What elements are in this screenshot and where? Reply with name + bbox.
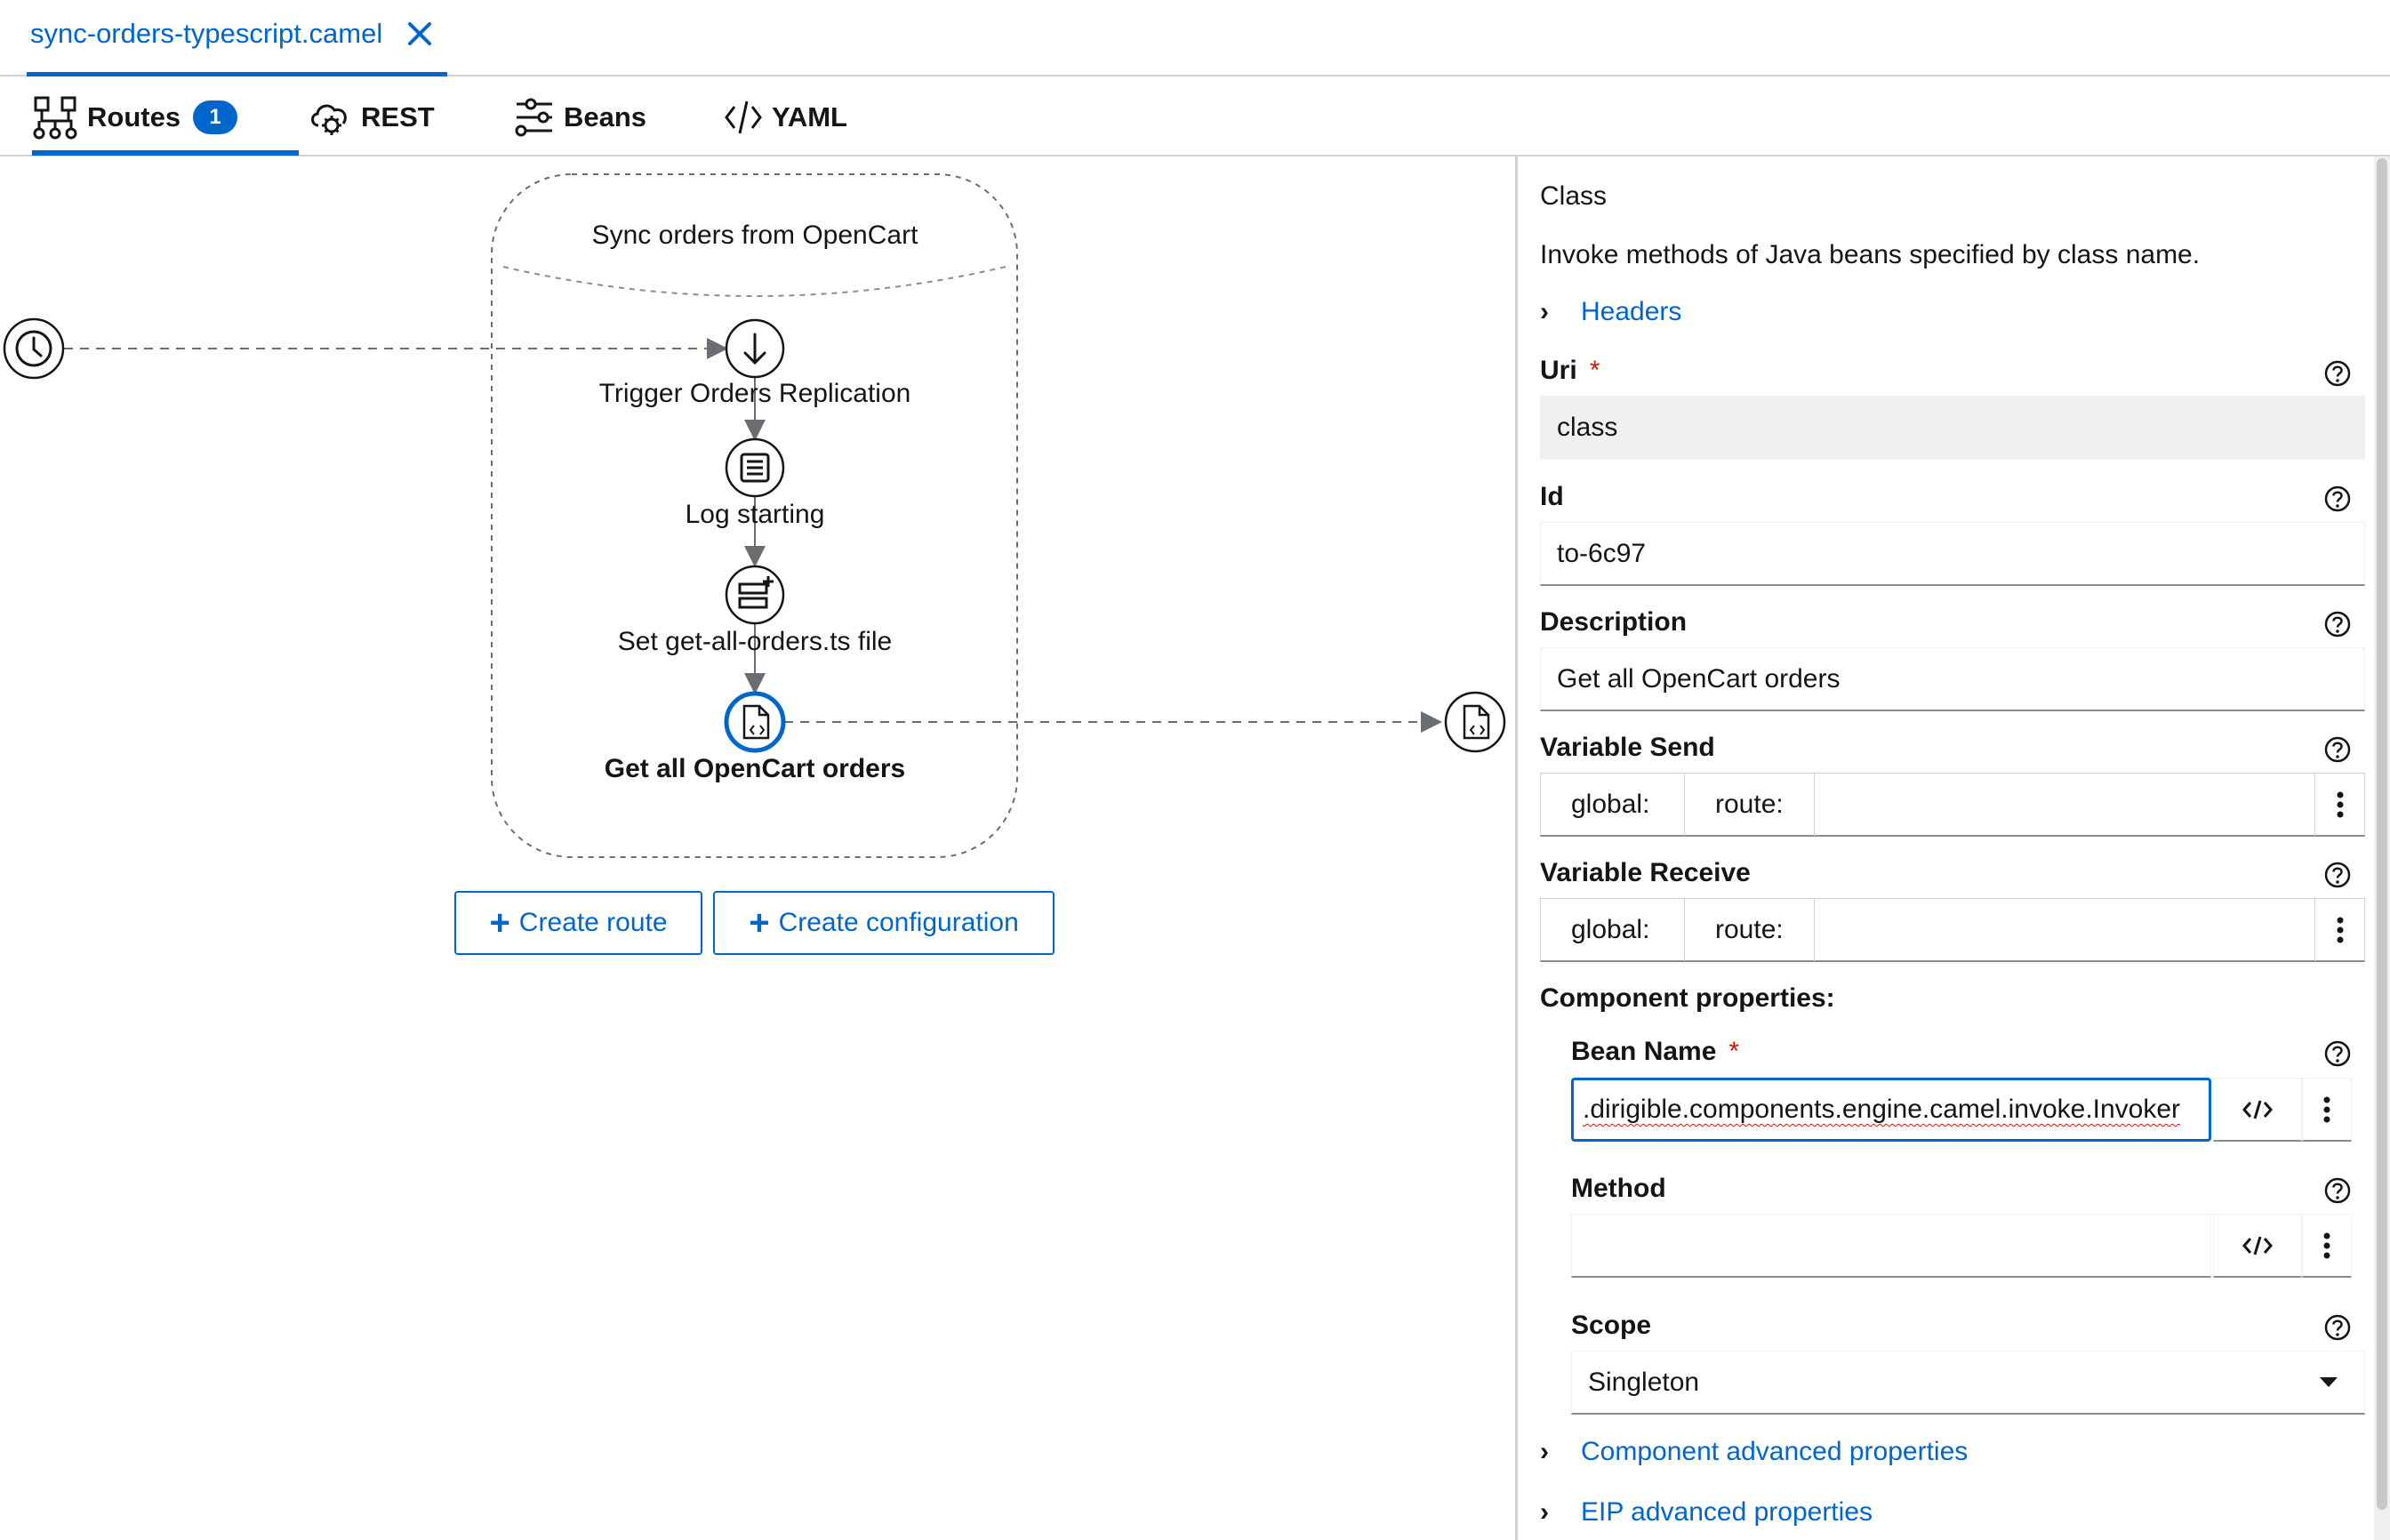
panel-title: Class (1540, 181, 1608, 211)
help-icon[interactable] (2323, 1313, 2352, 1342)
view-tabs: Routes 1 REST Beans YAML (0, 78, 2390, 156)
expression-editor-button[interactable] (2213, 1214, 2302, 1278)
kebab-menu-icon[interactable] (2302, 1078, 2352, 1142)
bean-name-input[interactable]: .dirigible.components.engine.camel.invok… (1571, 1078, 2211, 1142)
expression-editor-button[interactable] (2213, 1078, 2302, 1142)
node-label-trigger: Trigger Orders Replication (598, 379, 911, 408)
variable-receive-field[interactable]: global: route: (1540, 898, 2365, 962)
target-class-file-icon[interactable] (1444, 691, 1506, 753)
component-advanced-expander[interactable]: › Component advanced properties (1540, 1437, 1968, 1467)
kebab-menu-icon[interactable] (2314, 774, 2364, 836)
arrow-down-icon[interactable] (725, 318, 785, 379)
plus-icon: + (749, 903, 770, 942)
tab-yaml[interactable]: YAML (724, 78, 847, 156)
method-label: Method (1571, 1174, 1666, 1203)
bean-name-value: .dirigible.components.engine.camel.invok… (1583, 1095, 2181, 1124)
description-label: Description (1540, 607, 1688, 637)
create-route-button[interactable]: + Create route (454, 891, 702, 955)
log-icon[interactable] (725, 437, 785, 498)
tab-rest-label: REST (361, 101, 435, 132)
clock-icon[interactable] (3, 317, 65, 380)
scope-value: Singleton (1588, 1367, 1700, 1397)
help-icon[interactable] (2323, 485, 2352, 513)
chevron-right-icon: › (1540, 1437, 1549, 1466)
variable-receive-route[interactable]: route: (1685, 899, 1815, 961)
id-field[interactable]: to-6c97 (1540, 522, 2365, 586)
class-file-icon[interactable] (724, 691, 786, 753)
plus-icon: + (489, 903, 510, 942)
tab-routes[interactable]: Routes 1 (32, 78, 299, 156)
help-icon[interactable] (2323, 359, 2352, 388)
node-label-log: Log starting (685, 500, 825, 529)
routes-icon (33, 96, 77, 140)
variable-send-field[interactable]: global: route: (1540, 773, 2365, 837)
file-tab-bar: sync-orders-typescript.camel (0, 0, 2390, 76)
help-icon[interactable] (2323, 735, 2352, 764)
variable-send-global[interactable]: global: (1541, 774, 1685, 836)
code-icon (2242, 1100, 2273, 1119)
tab-routes-label: Routes (87, 101, 181, 132)
node-label-set: Set get-all-orders.ts file (617, 627, 893, 656)
panel-scrollbar[interactable] (2374, 156, 2390, 1540)
scope-select[interactable]: Singleton (1571, 1351, 2365, 1415)
route-title[interactable]: Sync orders from OpenCart (592, 221, 918, 251)
bean-name-label: Bean Name * (1571, 1037, 1740, 1066)
kebab-menu-icon[interactable] (2314, 899, 2364, 961)
tab-yaml-label: YAML (772, 101, 847, 132)
scope-label: Scope (1571, 1311, 1652, 1340)
node-label-class: Get all OpenCart orders (604, 754, 906, 783)
variable-receive-label: Variable Receive (1540, 858, 1751, 887)
tab-beans-label: Beans (564, 101, 647, 132)
chevron-right-icon: › (1540, 297, 1549, 326)
tab-rest[interactable]: REST (308, 78, 435, 156)
eip-advanced-link[interactable]: EIP advanced properties (1581, 1497, 1873, 1528)
help-icon[interactable] (2323, 1039, 2352, 1068)
close-icon[interactable] (402, 16, 437, 52)
component-properties-label: Component properties: (1540, 983, 1835, 1013)
code-icon (2242, 1236, 2273, 1255)
chevron-right-icon: › (1540, 1497, 1549, 1527)
eip-advanced-expander[interactable]: › EIP advanced properties (1540, 1497, 1873, 1528)
code-icon (725, 100, 762, 134)
tab-beans[interactable]: Beans (514, 78, 646, 156)
caret-down-icon (2320, 1377, 2338, 1387)
properties-panel: Class Invoke methods of Java beans speci… (1515, 156, 2390, 1540)
uri-label: Uri * (1540, 356, 1600, 385)
beans-sliders-icon (515, 98, 552, 137)
variable-send-label: Variable Send (1540, 733, 1715, 762)
file-tab[interactable]: sync-orders-typescript.camel (27, 0, 447, 76)
variable-send-route[interactable]: route: (1685, 774, 1815, 836)
component-advanced-link[interactable]: Component advanced properties (1581, 1437, 1968, 1467)
headers-expander[interactable]: › Headers (1540, 297, 1681, 327)
create-configuration-label: Create configuration (778, 908, 1019, 937)
file-tab-name[interactable]: sync-orders-typescript.camel (30, 18, 382, 50)
help-icon[interactable] (2323, 861, 2352, 889)
uri-field: class (1540, 396, 2365, 460)
route-canvas[interactable]: Sync orders from OpenCart Trigger Orders… (0, 156, 1515, 1540)
create-route-label: Create route (518, 908, 668, 937)
help-icon[interactable] (2323, 610, 2352, 638)
cloud-gear-icon (311, 104, 347, 135)
help-icon[interactable] (2323, 1176, 2352, 1205)
method-input[interactable] (1571, 1214, 2211, 1278)
routes-count-badge: 1 (193, 100, 238, 134)
id-label: Id (1540, 482, 1564, 511)
kebab-menu-icon[interactable] (2302, 1214, 2352, 1278)
create-configuration-button[interactable]: + Create configuration (713, 891, 1055, 955)
active-tab-indicator (32, 150, 299, 156)
headers-link[interactable]: Headers (1581, 297, 1681, 327)
variable-receive-global[interactable]: global: (1541, 899, 1685, 961)
scrollbar-thumb[interactable] (2377, 158, 2387, 1510)
description-field[interactable]: Get all OpenCart orders (1540, 647, 2365, 711)
panel-description: Invoke methods of Java beans specified b… (1540, 240, 2201, 269)
route-header-separator (502, 266, 1007, 297)
set-header-icon[interactable] (725, 565, 785, 625)
